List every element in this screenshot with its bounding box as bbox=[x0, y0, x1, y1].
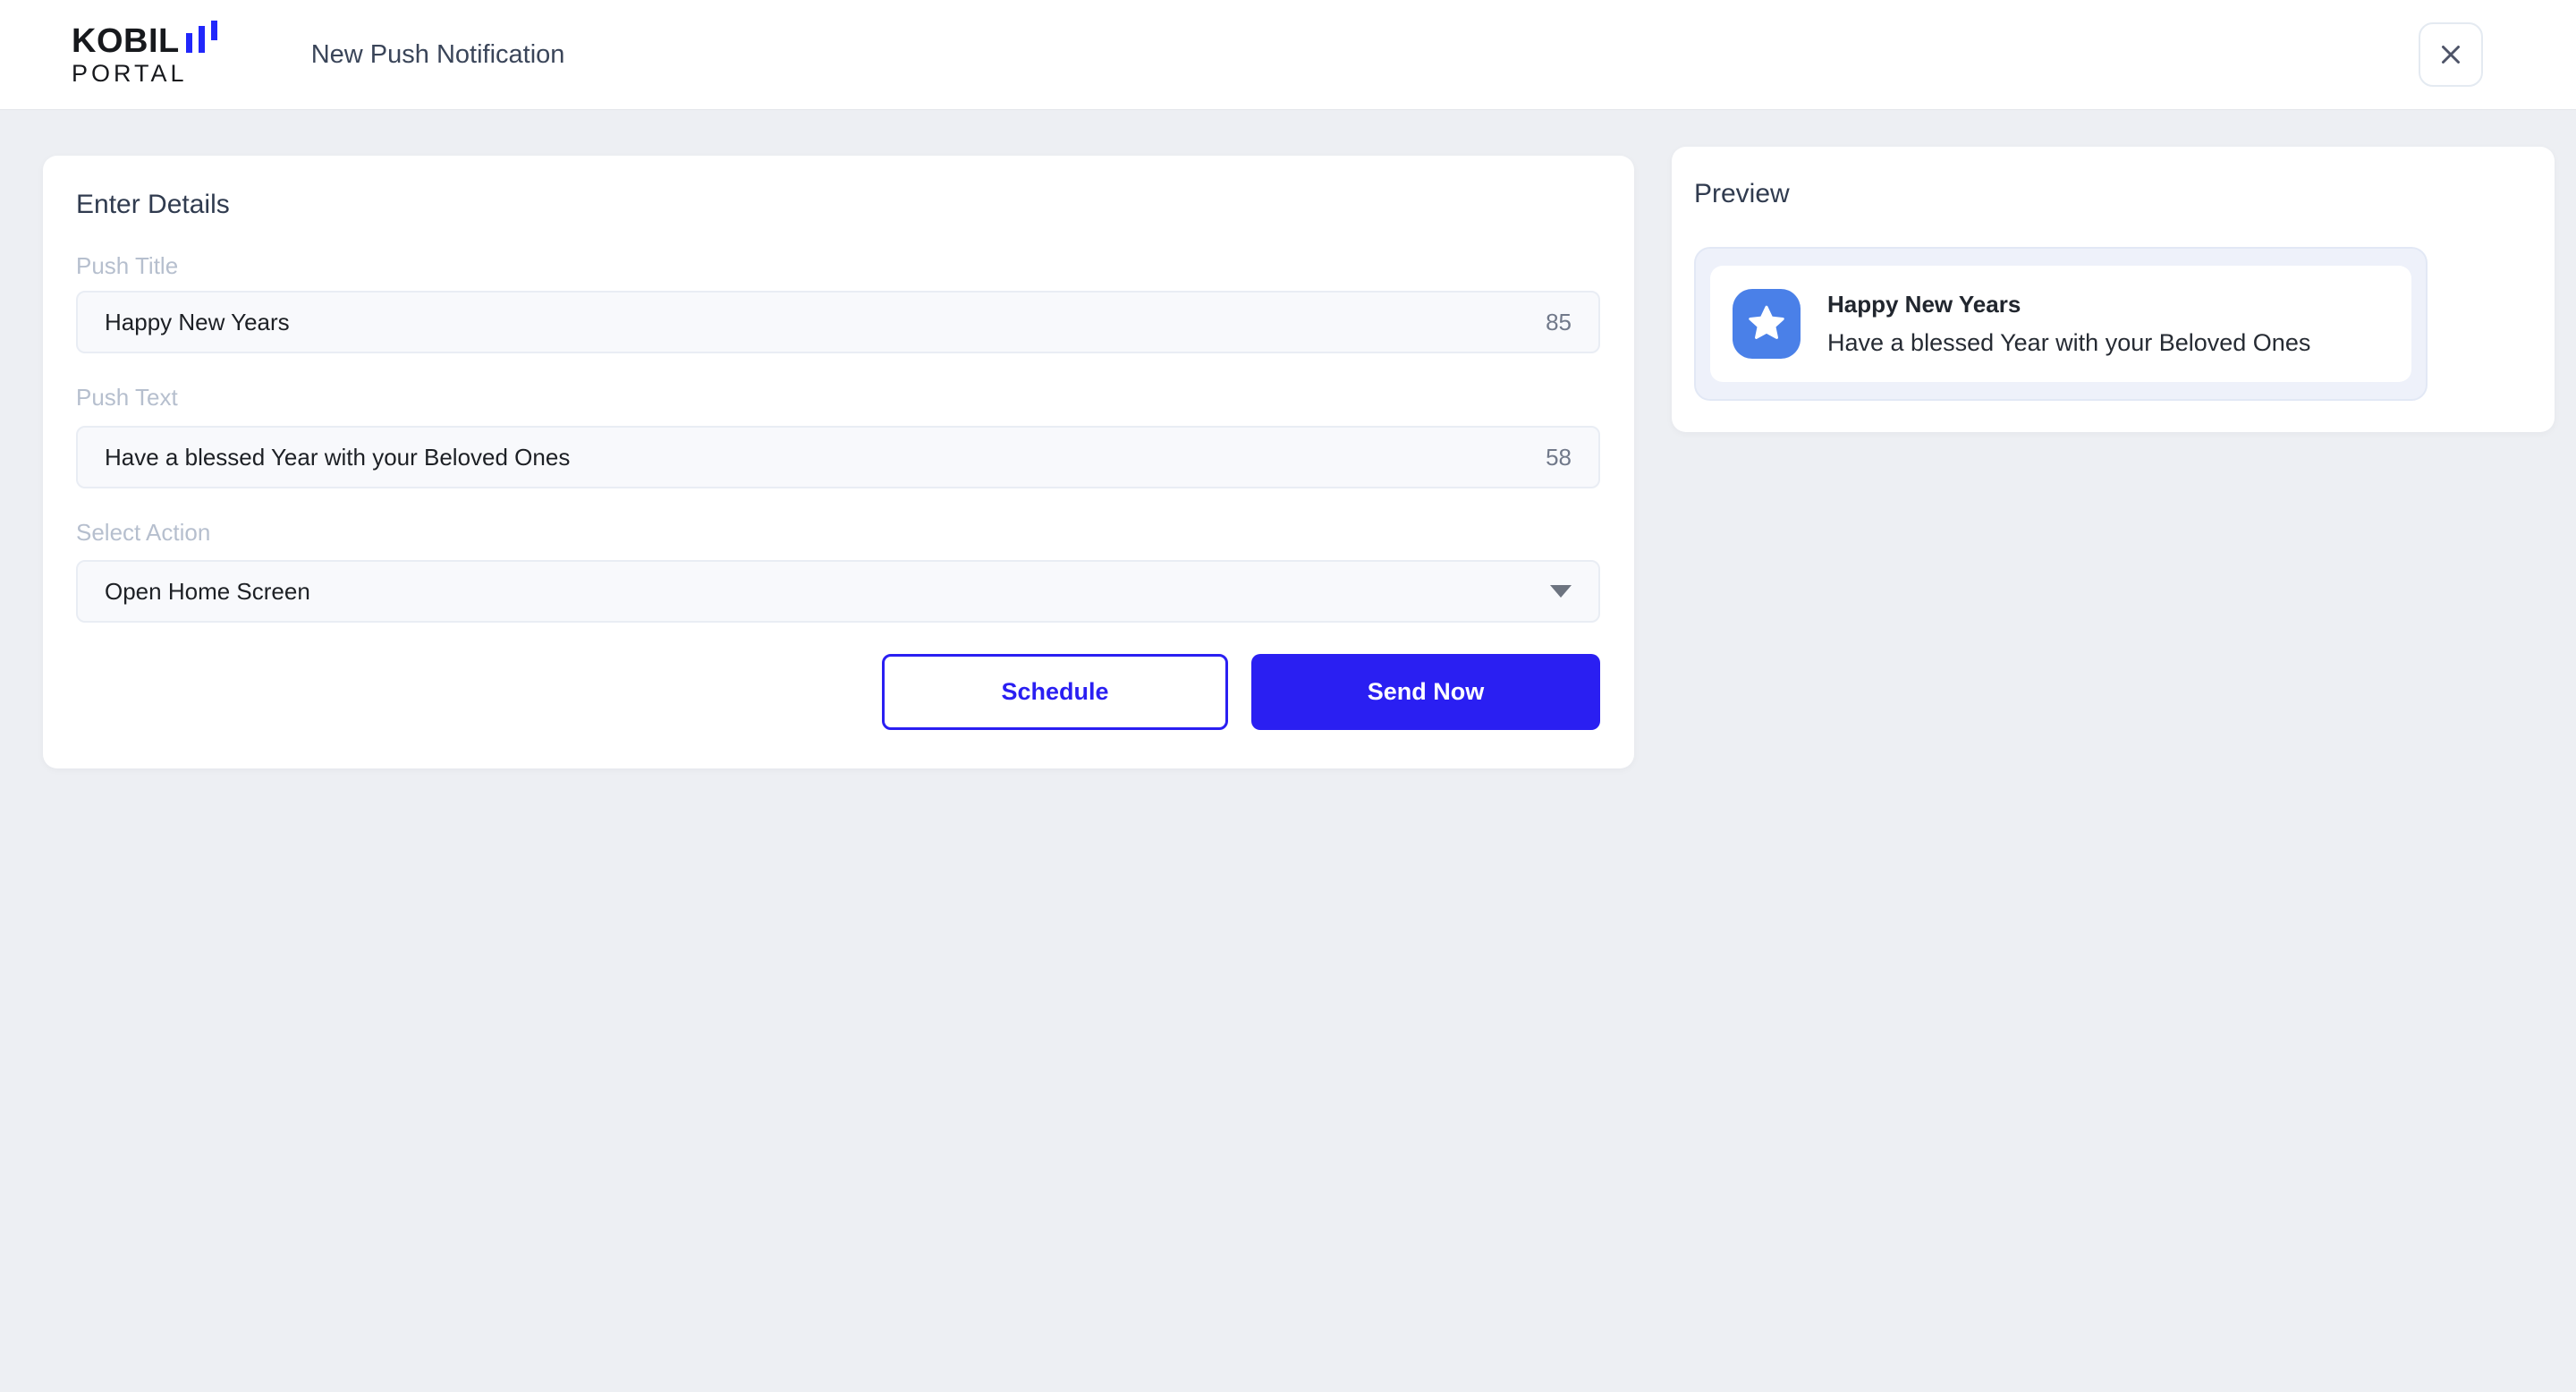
signal-bars-icon bbox=[186, 21, 220, 58]
select-action-label: Select Action bbox=[76, 519, 1600, 546]
schedule-button[interactable]: Schedule bbox=[882, 654, 1228, 730]
push-text-label: Push Text bbox=[76, 384, 1600, 411]
select-action-dropdown[interactable]: Open Home Screen bbox=[76, 560, 1600, 623]
page-title: New Push Notification bbox=[311, 40, 565, 70]
star-icon bbox=[1733, 289, 1801, 359]
close-button[interactable] bbox=[2419, 22, 2483, 87]
enter-details-card: Enter Details Push Title Happy New Years… bbox=[43, 156, 1634, 768]
notification-title: Happy New Years bbox=[1827, 291, 2310, 318]
send-now-button[interactable]: Send Now bbox=[1251, 654, 1600, 730]
enter-details-heading: Enter Details bbox=[76, 156, 1600, 220]
notification-body: Have a blessed Year with your Beloved On… bbox=[1827, 329, 2310, 357]
header: KOBIL PORTAL New Push Notification bbox=[0, 0, 2576, 109]
notification-preview-inner: Happy New Years Have a blessed Year with… bbox=[1710, 266, 2411, 382]
notification-preview: Happy New Years Have a blessed Year with… bbox=[1694, 247, 2428, 401]
preview-card: Preview Happy New Years Have a blessed Y… bbox=[1672, 147, 2555, 432]
logo-subtitle-text: PORTAL bbox=[72, 62, 220, 86]
push-title-label: Push Title bbox=[76, 252, 1600, 279]
push-title-input[interactable]: Happy New Years 85 bbox=[76, 291, 1600, 353]
close-icon bbox=[2436, 39, 2466, 70]
notification-text-block: Happy New Years Have a blessed Year with… bbox=[1827, 291, 2310, 357]
select-action-value: Open Home Screen bbox=[105, 578, 1550, 606]
chevron-down-icon bbox=[1550, 585, 1572, 598]
push-text-input[interactable]: Have a blessed Year with your Beloved On… bbox=[76, 426, 1600, 488]
logo-brand-text: KOBIL bbox=[72, 24, 180, 58]
push-text-value: Have a blessed Year with your Beloved On… bbox=[105, 444, 1546, 471]
kobil-logo: KOBIL PORTAL bbox=[72, 24, 220, 86]
push-text-counter: 58 bbox=[1546, 444, 1572, 471]
preview-heading: Preview bbox=[1694, 147, 2528, 209]
push-title-value: Happy New Years bbox=[105, 309, 1546, 336]
push-title-counter: 85 bbox=[1546, 309, 1572, 336]
form-actions: Schedule Send Now bbox=[76, 654, 1600, 730]
